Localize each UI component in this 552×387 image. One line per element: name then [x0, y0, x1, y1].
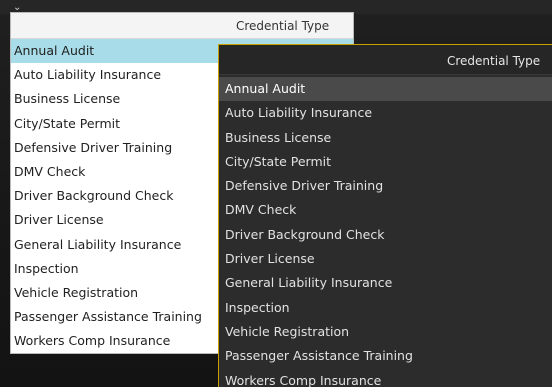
list-item[interactable]: City/State Permit: [219, 150, 552, 174]
list-item[interactable]: Driver License: [219, 247, 552, 271]
dropdown-header: Credential Type: [11, 13, 353, 39]
dropdown-header: Credential Type: [219, 45, 552, 75]
list-item[interactable]: Annual Audit: [219, 77, 552, 102]
list-item[interactable]: Inspection: [219, 296, 552, 320]
list-item[interactable]: DMV Check: [219, 198, 552, 222]
list-item[interactable]: Driver Background Check: [219, 223, 552, 247]
list-item[interactable]: Defensive Driver Training: [219, 174, 552, 198]
list-item[interactable]: Workers Comp Insurance: [219, 369, 552, 387]
column-header-credential-type: Credential Type: [447, 54, 541, 68]
column-header-credential-type: Credential Type: [236, 19, 330, 33]
credential-type-dropdown-dark[interactable]: Credential Type Annual Audit Auto Liabil…: [218, 44, 552, 387]
list-item[interactable]: General Liability Insurance: [219, 271, 552, 295]
credential-type-list: Annual Audit Auto Liability Insurance Bu…: [219, 77, 552, 387]
list-item[interactable]: Auto Liability Insurance: [219, 101, 552, 125]
list-item[interactable]: Business License: [219, 126, 552, 150]
screen: ⌄ Credential Type Annual Audit Auto Liab…: [0, 0, 552, 387]
list-item[interactable]: Passenger Assistance Training: [219, 344, 552, 368]
list-item[interactable]: Vehicle Registration: [219, 320, 552, 344]
